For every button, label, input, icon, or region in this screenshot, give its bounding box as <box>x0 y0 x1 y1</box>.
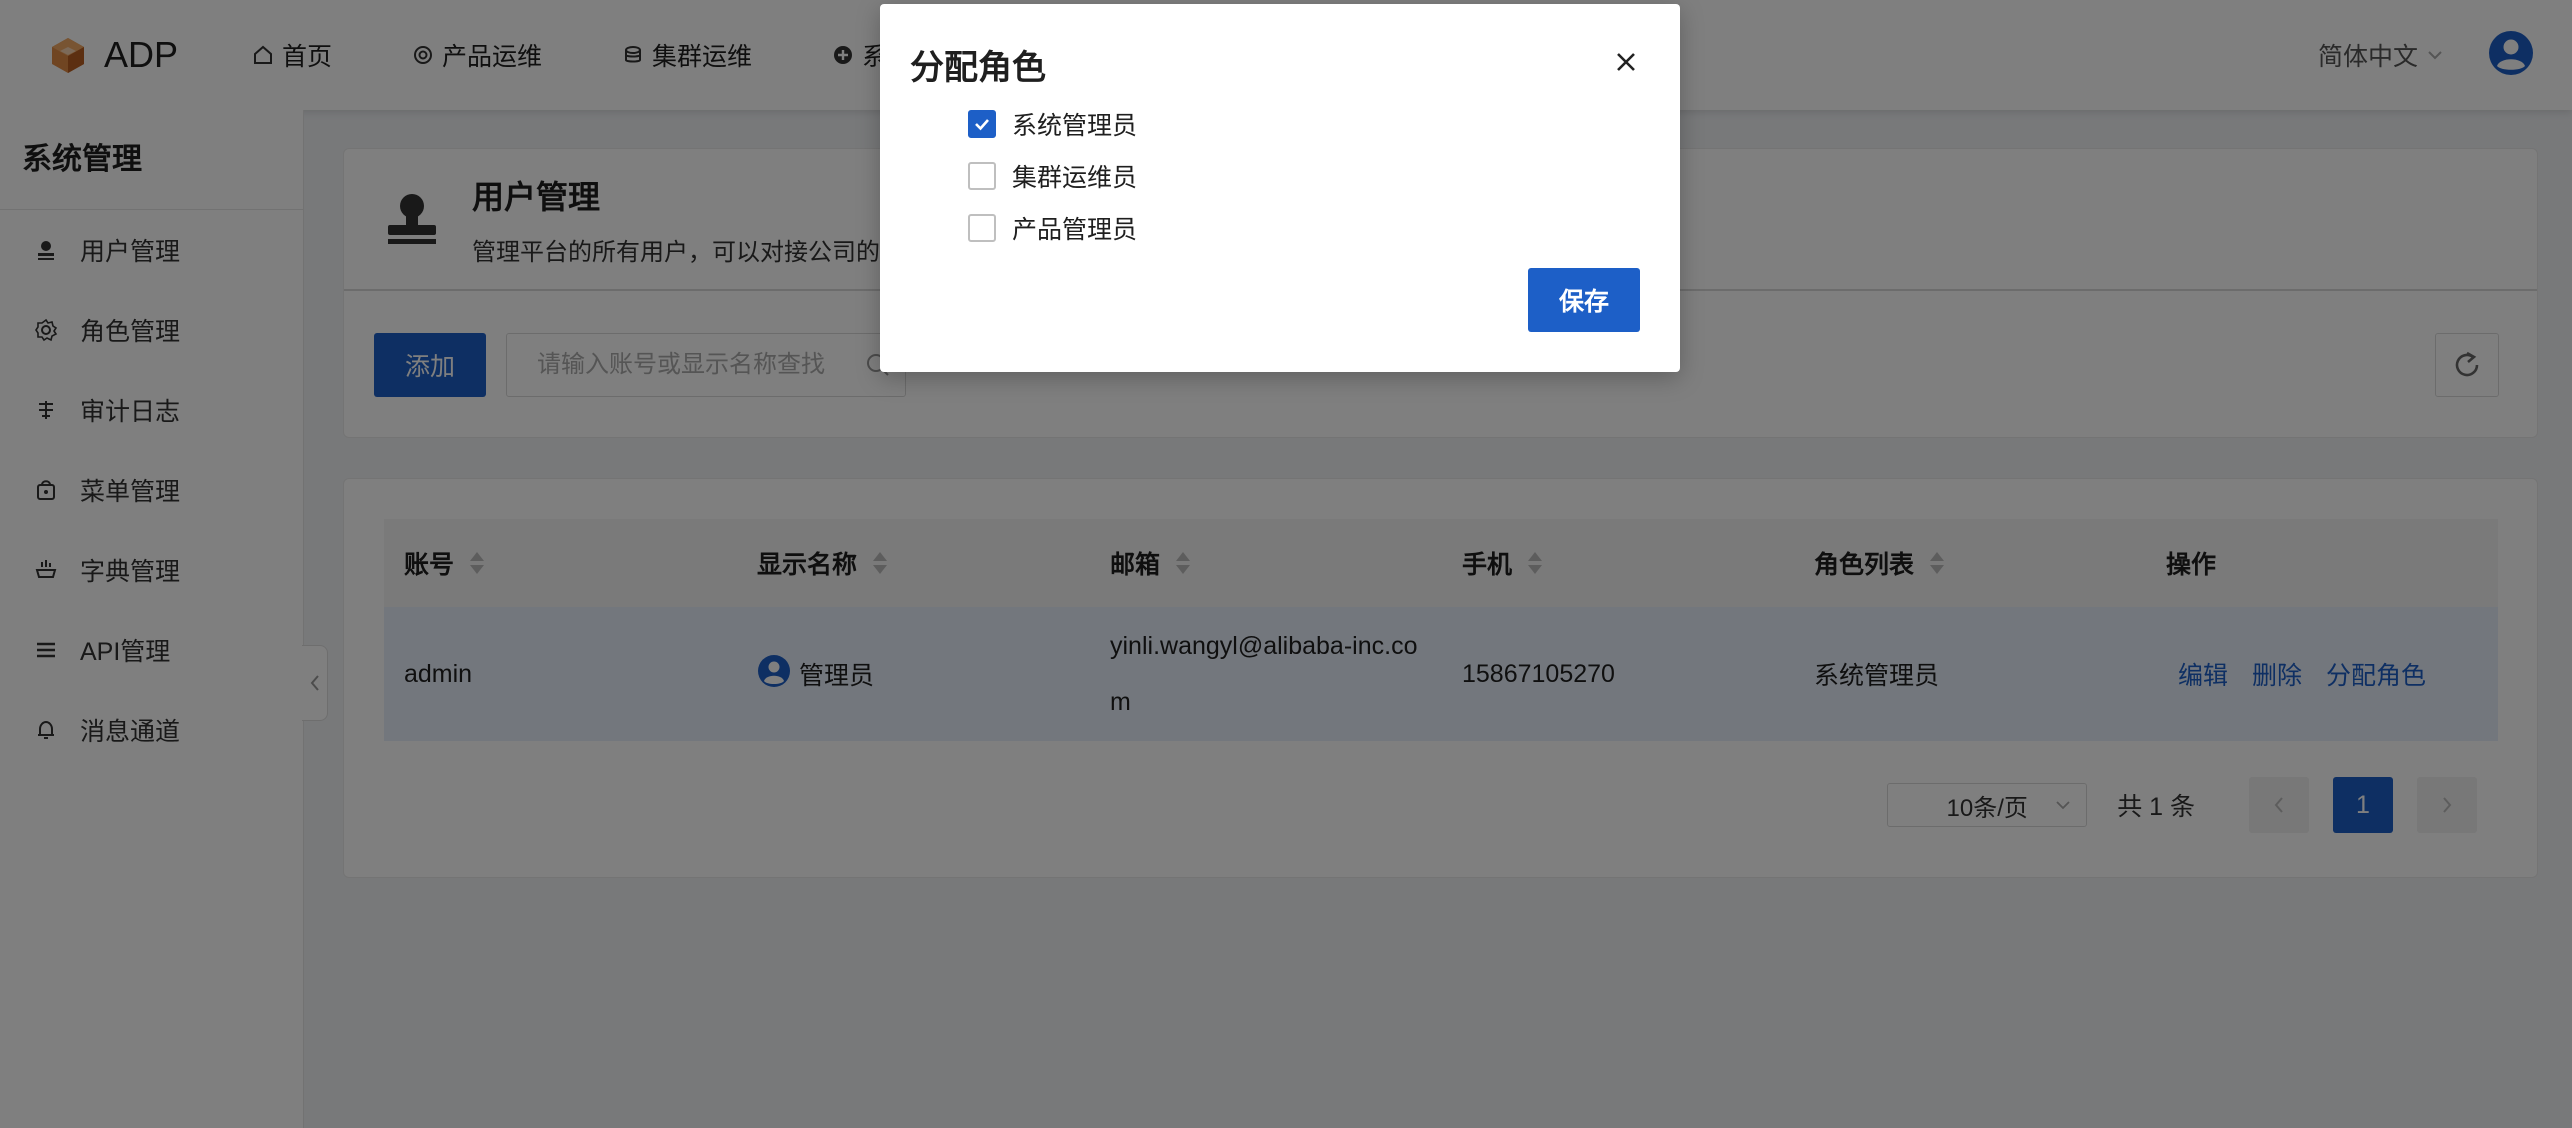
role-option-product-admin[interactable]: 产品管理员 <box>968 202 1137 254</box>
role-checkbox-checked[interactable] <box>968 110 996 138</box>
role-option-cluster-operator[interactable]: 集群运维员 <box>968 150 1137 202</box>
role-checkbox[interactable] <box>968 162 996 190</box>
checkmark-icon <box>975 119 989 131</box>
role-checkbox-list: 系统管理员 集群运维员 产品管理员 <box>968 98 1137 254</box>
dialog-title: 分配角色 <box>910 49 1046 87</box>
close-dialog-button[interactable] <box>1612 48 1640 76</box>
role-option-label: 系统管理员 <box>1012 112 1138 140</box>
role-option-system-admin[interactable]: 系统管理员 <box>968 98 1137 150</box>
role-option-label: 产品管理员 <box>1012 216 1138 244</box>
save-button[interactable]: 保存 <box>1528 268 1640 332</box>
close-icon <box>1617 53 1635 71</box>
assign-role-dialog: 分配角色 系统管理员 集群运维员 产品管理员 保存 <box>880 4 1680 372</box>
role-option-label: 集群运维员 <box>1012 164 1138 192</box>
role-checkbox[interactable] <box>968 214 996 242</box>
